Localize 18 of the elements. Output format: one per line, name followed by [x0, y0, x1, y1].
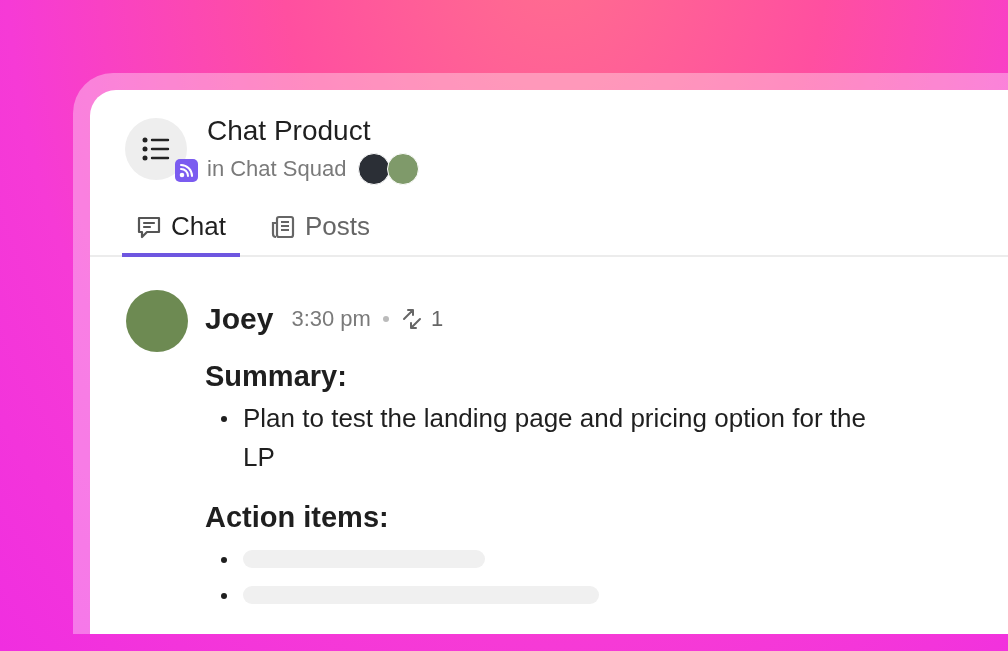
reply-count: 1 — [430, 306, 444, 332]
bullet-mark — [221, 416, 227, 422]
tab[interactable]: Chat — [122, 211, 240, 257]
newspaper-icon — [269, 213, 296, 240]
author-name: Joey — [205, 302, 274, 336]
separator-dot — [382, 316, 389, 322]
section-heading: Summary: — [205, 360, 348, 393]
section-heading: Action items: — [205, 501, 390, 534]
bullet-mark — [221, 557, 227, 563]
feed-badge-icon — [175, 159, 198, 182]
channel-subtitle: in Chat Squad — [207, 156, 347, 182]
repeat-arrows-icon — [400, 308, 423, 330]
channel-title: Chat Product — [207, 115, 372, 147]
bullet-mark — [221, 593, 227, 599]
list-icon — [142, 137, 170, 161]
tab[interactable]: Posts — [255, 211, 384, 257]
message-time: 3:30 pm — [291, 306, 371, 332]
bullet-text: Plan to test the landing page and pricing option for the LP — [243, 402, 867, 474]
